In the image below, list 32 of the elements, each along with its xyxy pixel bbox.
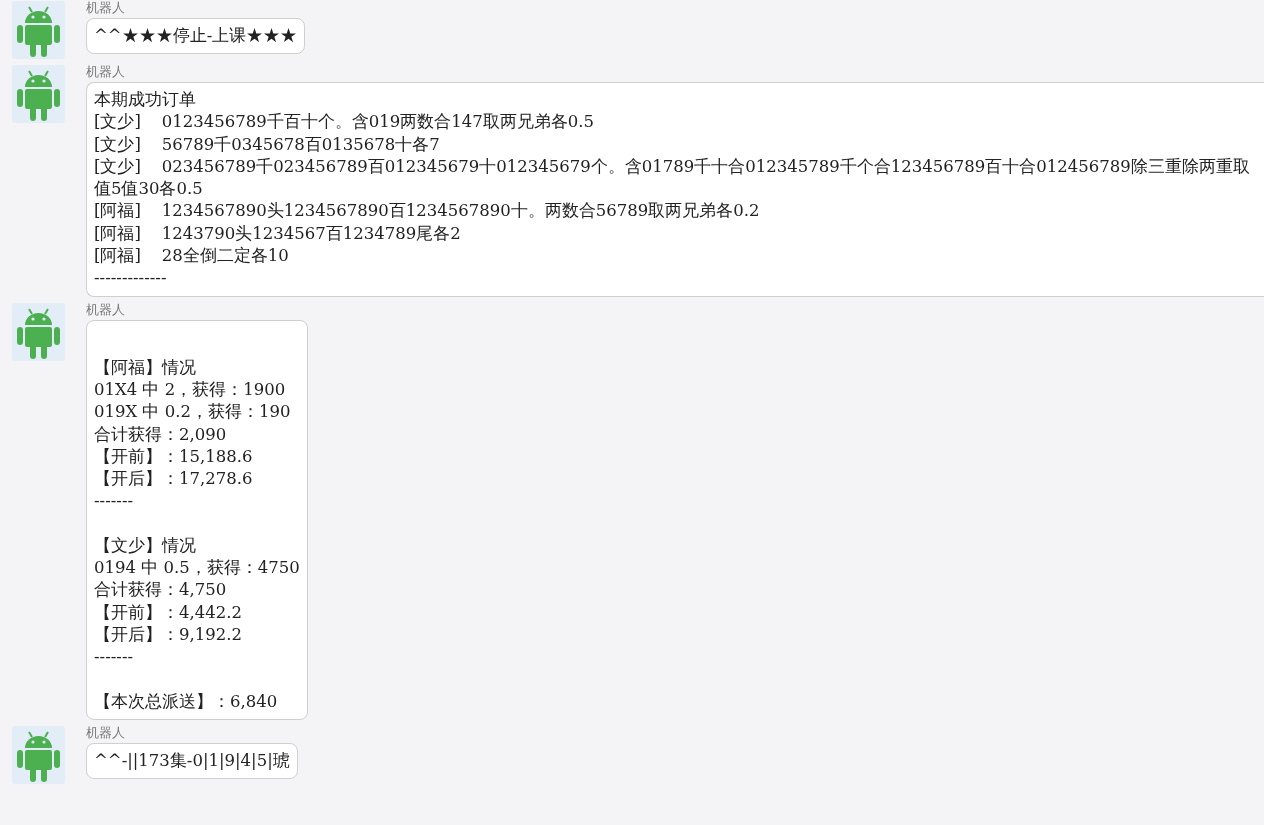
message-line: [阿福] 28全倒二定各10 <box>94 245 290 268</box>
message-line: 合计获得：2,090 <box>94 423 228 446</box>
message-line: 【开后】：17,278.6 <box>94 468 254 491</box>
message-line: ------------- <box>94 267 168 290</box>
message-line: [文少] 0123456789千百十个。含019两数合147取两兄弟各0.5 <box>94 111 596 134</box>
sender-name: 机器人 <box>86 1 126 15</box>
message-line: 【阿福】情况 <box>94 356 197 379</box>
message-line: ^^-||173集-0|1|9|4|5|琥 <box>94 749 290 772</box>
message-line: 【文少】情况 <box>94 534 197 557</box>
message-line: 合计获得：4,750 <box>94 579 228 602</box>
message-line: [阿福] 1234567890头1234567890百1234567890十。两数合56789取两兄弟各0.2 <box>94 200 761 223</box>
message-line: 【本次总派送】：6,840 <box>94 690 279 713</box>
message-line: ^^★★★停止-上课★★★ <box>94 25 298 47</box>
android-avatar-icon <box>12 65 65 123</box>
message-line: 0194 中 0.5，获得：4750 <box>94 557 300 580</box>
sender-name: 机器人 <box>86 65 126 79</box>
android-avatar-icon <box>12 302 65 361</box>
message-line: 【开前】：15,188.6 <box>94 445 254 468</box>
message-line: [阿福] 1243790头1234567百1234789尾各2 <box>94 222 462 245</box>
message-line: 本期成功订单 <box>94 89 197 111</box>
message-line: [文少] 023456789千023456789百012345679十012345679个。含01789千十合012345789千个合123456789百十合012456789除三重除两重取值5值30各0.5 <box>94 155 1251 201</box>
message-line: 【开前】：4,442.2 <box>94 601 243 624</box>
android-avatar-icon <box>12 1 65 59</box>
sender-name: 机器人 <box>86 302 126 317</box>
message-line: ------- <box>94 490 135 513</box>
message-line: 01X4 中 2，获得：1900 <box>94 378 287 401</box>
sender-name: 机器人 <box>86 725 126 740</box>
android-avatar-icon <box>12 725 65 784</box>
message-line: 019X 中 0.2，获得：190 <box>94 401 292 424</box>
message-line: 【开后】：9,192.2 <box>94 623 243 646</box>
message-line: ------- <box>94 646 135 669</box>
message-line: [文少] 56789千0345678百0135678十各7 <box>94 133 441 156</box>
